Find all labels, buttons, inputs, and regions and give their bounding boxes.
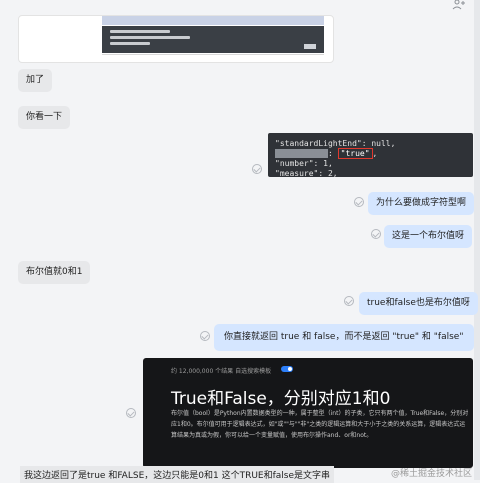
code-line: "number": 1,	[275, 159, 333, 168]
highlighted-key: "isCutting"	[275, 149, 328, 158]
message-bubble[interactable]: 这是一个布尔值呀	[384, 225, 473, 248]
code-line: "measure": 2,	[275, 169, 338, 177]
article-screenshot-image[interactable]: 约 12,000,000 个结果 自选搜索模板 True和False，分别对应1…	[143, 358, 473, 468]
read-check-icon	[371, 229, 381, 239]
shared-screenshot-image[interactable]	[18, 15, 334, 63]
person-add-icon[interactable]	[452, 0, 466, 10]
code-screenshot-image[interactable]: "standardLightEnd": null, "isCutting": "…	[268, 133, 473, 177]
screenshot-dark-panel	[102, 26, 324, 53]
code-comma: ,	[372, 149, 378, 158]
message-bubble[interactable]: true和false也是布尔值呀	[359, 292, 478, 315]
message-bubble[interactable]: 加了	[18, 69, 53, 92]
code-line: "standardLightEnd": null,	[275, 139, 396, 148]
article-title: True和False，分别对应1和0	[171, 389, 391, 409]
screenshot-button	[304, 44, 316, 49]
message-bubble[interactable]: 我这边返回了是true 和FALSE，这边只能是0和1 这个TRUE和false…	[20, 466, 335, 483]
message-bubble[interactable]: 你看一下	[18, 106, 71, 129]
message-bubble[interactable]: 你直接就返回 true 和 false，而不是返回 "true" 和 "fals…	[214, 324, 474, 351]
highlighted-value: "true"	[337, 148, 373, 159]
read-check-icon	[354, 197, 364, 207]
article-body: 布尔值（bool）是Python内置数据类型的一种，属于整型（int）的子类，它…	[171, 410, 469, 439]
code-line: "isCutting": "true",	[275, 148, 378, 159]
read-check-icon	[126, 408, 136, 418]
search-meta: 约 12,000,000 个结果 自选搜索模板	[171, 368, 272, 375]
screenshot-line	[110, 36, 190, 39]
chat-panel: 加了 你看一下 "standardLightEnd": null, "isCut…	[0, 0, 480, 483]
read-check-icon	[344, 296, 354, 306]
message-bubble[interactable]: 布尔值就0和1	[18, 261, 91, 284]
screenshot-line	[110, 30, 170, 33]
read-check-icon	[200, 331, 210, 341]
toggle-switch	[281, 366, 293, 372]
code-colon: :	[327, 149, 338, 158]
message-bubble[interactable]: 为什么要做成字符型啊	[368, 192, 475, 215]
scrollbar[interactable]	[474, 0, 480, 480]
read-check-icon	[252, 164, 262, 174]
screenshot-divider	[102, 54, 324, 55]
screenshot-line	[110, 42, 150, 45]
watermark: @稀土掘金技术社区	[390, 469, 472, 479]
screenshot-header-strip	[102, 16, 324, 25]
